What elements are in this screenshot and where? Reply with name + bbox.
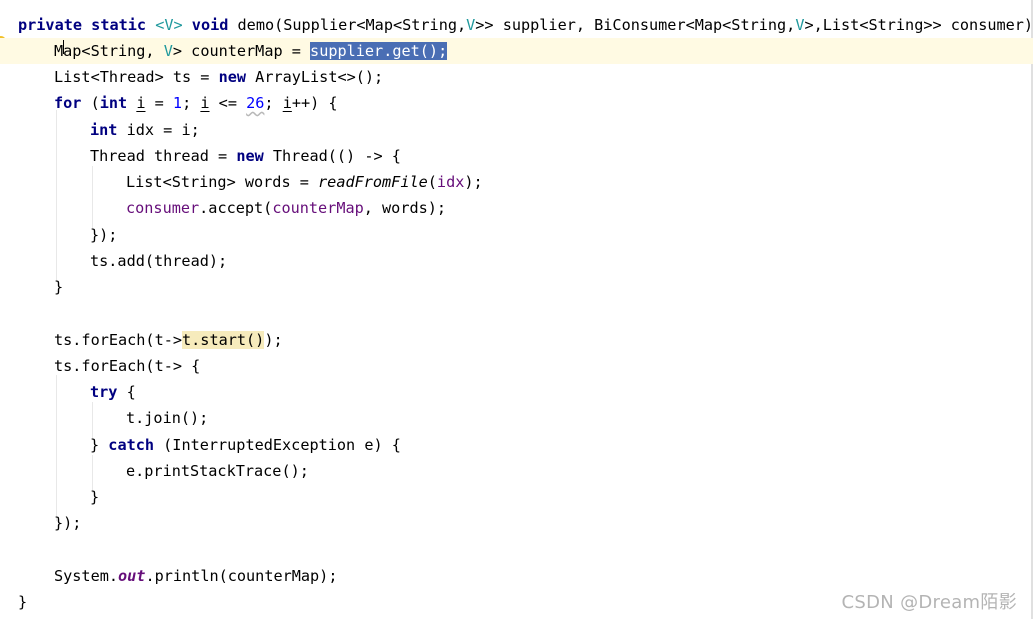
code-text: ( <box>81 94 100 112</box>
code-line-13: ts.forEach(t-> { <box>54 357 201 375</box>
code-text: Thread thread = <box>90 147 237 165</box>
code-text: .accept( <box>199 199 273 217</box>
keyword: try <box>90 383 118 401</box>
keyword: new <box>236 147 264 165</box>
code-text: <= <box>209 94 247 112</box>
code-line-9: }); <box>90 226 118 244</box>
keyword: int <box>99 94 128 112</box>
code-line-2-current: Map<String, V> counterMap = supplier.get… <box>0 38 1033 64</box>
code-line-21: } <box>18 593 28 611</box>
code-line-6: Thread thread = new Thread(() -> { <box>90 143 401 169</box>
keyword: new <box>218 68 247 86</box>
code-text: Thread(() -> { <box>263 147 401 165</box>
code-line-14: try { <box>90 379 136 405</box>
code-line-1: private static <V> void demo(Supplier<Ma… <box>18 12 1033 38</box>
code-text: > counterMap = <box>172 42 311 60</box>
indent-guide <box>56 110 57 282</box>
static-method-call: readFromFile <box>318 173 428 191</box>
code-text: ); <box>464 173 483 191</box>
number-literal: 26 <box>246 94 265 112</box>
code-line-19: }); <box>54 514 82 532</box>
code-text: demo(Supplier<Map<String, <box>237 16 467 34</box>
code-line-10: ts.add(thread); <box>90 252 228 270</box>
loop-variable: i <box>282 94 292 112</box>
captured-variable: idx <box>436 173 465 191</box>
code-line-7: List<String> words = readFromFile(idx); <box>126 169 483 195</box>
text-caret <box>63 40 64 54</box>
code-text: ++) { <box>291 94 338 112</box>
captured-variable: consumer <box>126 199 200 217</box>
code-text: ts.forEach(t-> <box>54 331 183 349</box>
selected-text[interactable]: ; <box>438 42 448 60</box>
code-line-16: } catch (InterruptedException e) { <box>90 432 401 458</box>
code-text: ; <box>264 94 283 112</box>
code-text: ( <box>427 173 437 191</box>
csdn-watermark: CSDN @Dream陌影 <box>841 592 1017 613</box>
code-text: ); <box>264 331 283 349</box>
indent-guide <box>92 166 93 230</box>
code-editor[interactable]: private static <V> void demo(Supplier<Ma… <box>0 0 1033 619</box>
code-text: List<Thread> ts = <box>54 68 219 86</box>
code-text: .println(counterMap); <box>145 567 338 585</box>
code-text: (InterruptedException e) { <box>154 436 401 454</box>
code-text: = <box>145 94 173 112</box>
keyword: static <box>91 16 147 34</box>
code-text: { <box>117 383 136 401</box>
code-text: System. <box>54 567 119 585</box>
captured-variable: counterMap <box>272 199 364 217</box>
code-line-20: System.out.println(counterMap); <box>54 563 337 589</box>
code-text: , words); <box>363 199 447 217</box>
keyword: void <box>191 16 229 34</box>
code-text: ; <box>182 94 201 112</box>
type-parameter: V <box>466 16 476 34</box>
code-text: } <box>90 436 109 454</box>
number-literal: 1 <box>172 94 183 112</box>
selected-text[interactable]: supplier.get() <box>310 42 439 60</box>
indent-guide <box>56 375 57 521</box>
type-parameter: V <box>163 42 173 60</box>
code-line-12: ts.forEach(t->t.start()); <box>54 327 283 353</box>
type-parameter: <V> <box>155 16 183 34</box>
highlighted-usage: t.start() <box>182 331 265 349</box>
code-line-15: t.join(); <box>126 409 209 427</box>
keyword: int <box>90 121 118 139</box>
code-text: >,List<String>> consumer) { <box>804 16 1033 34</box>
keyword: private <box>18 16 83 34</box>
code-text: Map<String, <box>54 42 164 60</box>
code-line-3: List<Thread> ts = new ArrayList<>(); <box>54 64 383 90</box>
keyword: for <box>54 94 82 112</box>
code-line-11: } <box>54 278 64 296</box>
keyword: catch <box>108 436 155 454</box>
code-line-4: for (int i = 1; i <= 26; i++) { <box>54 90 338 116</box>
code-text: idx = i; <box>117 121 200 139</box>
static-field: out <box>118 567 146 585</box>
code-line-5: int idx = i; <box>90 117 200 143</box>
code-text: ArrayList<>(); <box>246 68 384 86</box>
code-text: List<String> words = <box>126 173 319 191</box>
code-line-17: e.printStackTrace(); <box>126 462 309 480</box>
loop-variable: i <box>200 94 210 112</box>
code-text: >> supplier, BiConsumer<Map<String, <box>475 16 796 34</box>
code-line-8: consumer.accept(counterMap, words); <box>126 195 446 221</box>
code-line-18: } <box>90 488 100 506</box>
